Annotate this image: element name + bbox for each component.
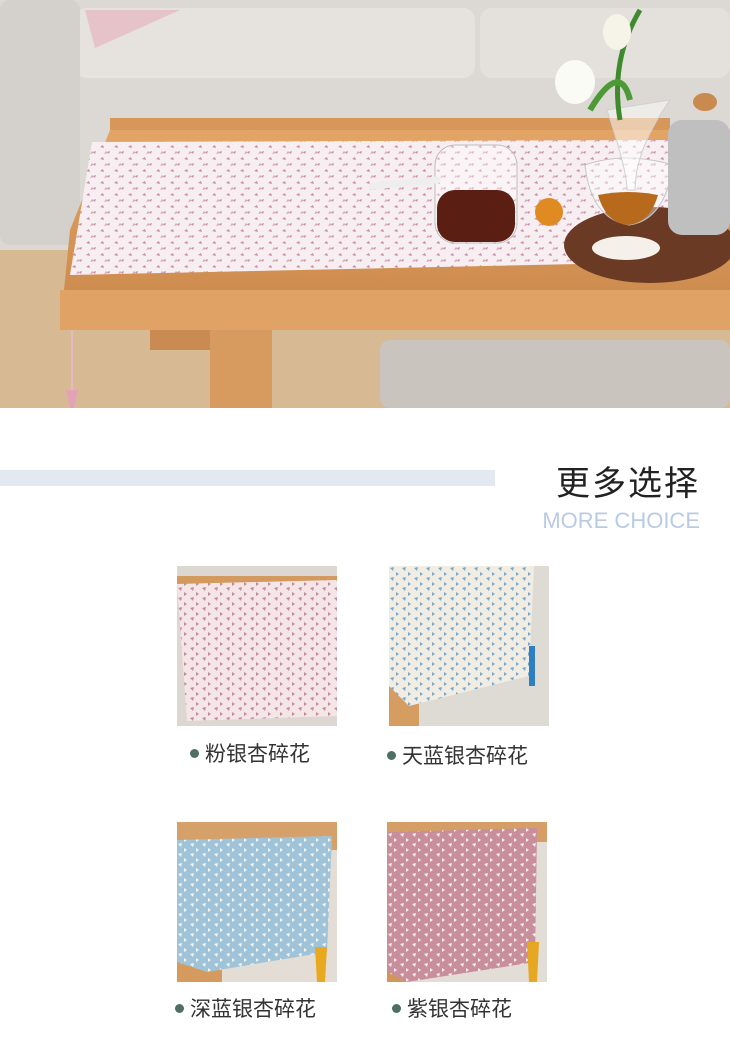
product-image-pink[interactable] bbox=[177, 566, 337, 726]
product-image-purple[interactable] bbox=[387, 822, 547, 982]
bullet-dot-icon bbox=[175, 1003, 184, 1013]
product-label-sky-blue: 天蓝银杏碎花 bbox=[387, 740, 528, 770]
bullet-dot-icon bbox=[392, 1003, 401, 1013]
product-image-deep-blue[interactable] bbox=[177, 822, 337, 982]
section-title: 更多选择 bbox=[556, 464, 700, 504]
bullet-dot-icon bbox=[190, 748, 199, 758]
product-label-pink: 粉银杏碎花 bbox=[190, 738, 310, 768]
section-subtitle: MORE CHOICE bbox=[542, 508, 700, 533]
hero-photo bbox=[0, 0, 730, 408]
product-label-purple: 紫银杏碎花 bbox=[392, 993, 512, 1023]
bullet-dot-icon bbox=[387, 750, 396, 760]
section-divider-bar bbox=[0, 470, 495, 486]
product-label-deep-blue: 深蓝银杏碎花 bbox=[175, 993, 316, 1023]
product-image-sky-blue[interactable] bbox=[389, 566, 549, 726]
